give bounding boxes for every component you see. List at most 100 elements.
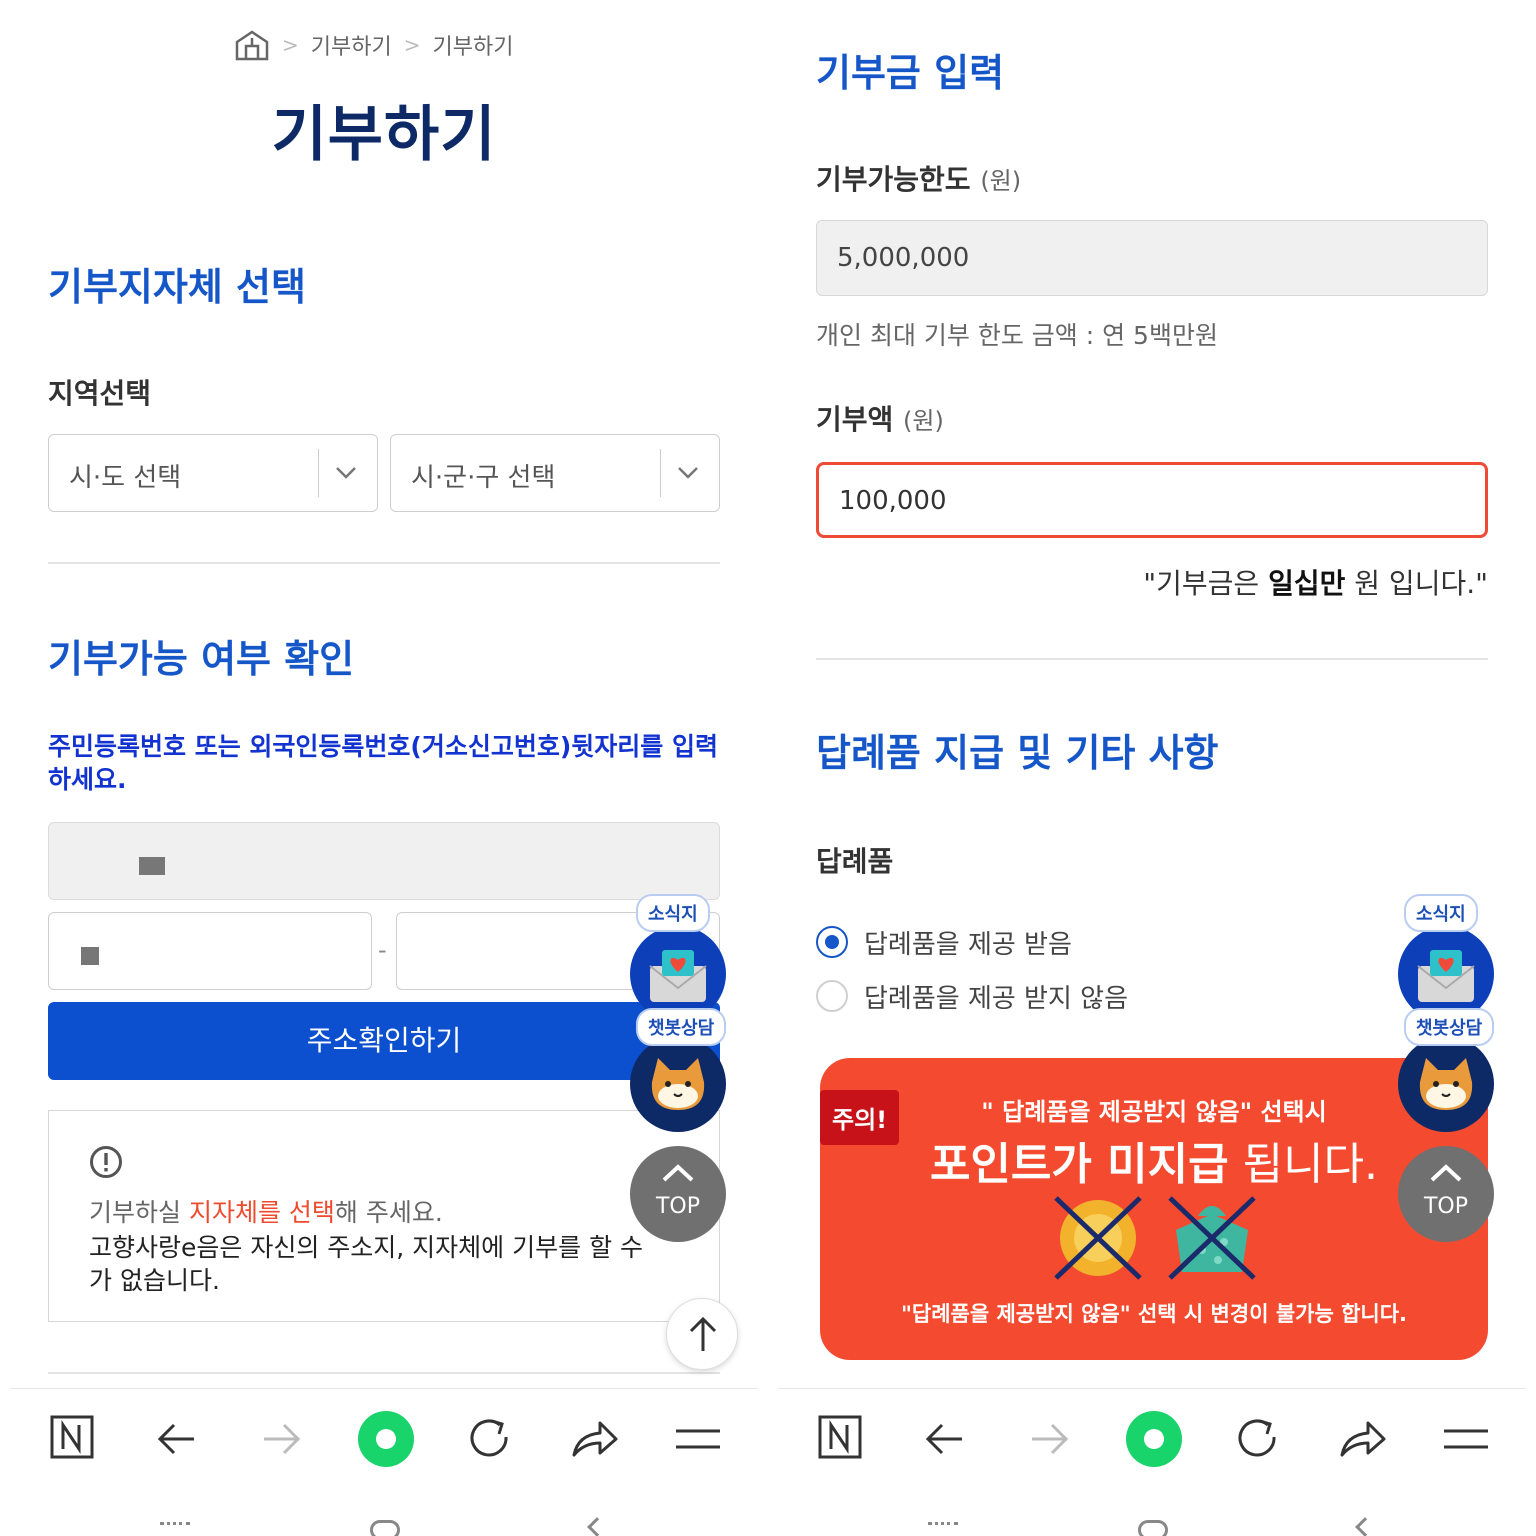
amount-section-title: 기부금 입력 [816, 51, 1005, 95]
breadcrumb-separator: > [282, 33, 299, 57]
top-label: TOP [655, 1194, 701, 1219]
sigungu-select[interactable]: 시·군·구 선택 [390, 434, 720, 512]
home-circle-icon[interactable] [356, 1409, 416, 1469]
scroll-up-button[interactable] [666, 1298, 738, 1370]
top-label: TOP [1423, 1194, 1469, 1219]
address-check-button[interactable]: 주소확인하기 [48, 1002, 720, 1080]
amount-unit: (원) [903, 407, 944, 435]
warning-line-2: 포인트가 미지급 됩니다. [820, 1128, 1488, 1192]
home-icon[interactable] [234, 28, 270, 62]
cat-mascot-icon [651, 1058, 705, 1110]
warning-line-1: " 답례품을 제공받지 않음" 선택시 [981, 1098, 1327, 1126]
quote-bold: 일십만 [1268, 567, 1346, 600]
naver-n-icon[interactable] [814, 1411, 870, 1467]
chevron-down-icon [336, 467, 356, 479]
sido-select-value: 시·도 선택 [69, 463, 182, 493]
id-separator: - [378, 936, 387, 964]
warning-footer: "답례품을 제공받지 않음" 선택 시 변경이 불가능 합니다. [900, 1302, 1408, 1326]
home-circle-icon[interactable] [1124, 1409, 1184, 1469]
right-screen: 기부금 입력 기부가능한도 (원) 5,000,000 개인 최대 기부 한도 … [768, 0, 1536, 1536]
select-divider [318, 449, 319, 497]
amount-in-words: "기부금은 일십만 원 입니다." [1143, 562, 1488, 602]
breadcrumb-separator: > [403, 33, 421, 57]
share-icon[interactable] [566, 1411, 622, 1467]
radio-receive-gift[interactable] [816, 926, 848, 958]
limit-field: 5,000,000 [816, 220, 1488, 296]
home-system-icon[interactable] [1138, 1520, 1168, 1536]
amount-label: 기부액 (원) [816, 398, 944, 438]
radio-decline-gift-label[interactable]: 답례품을 제공 받지 않음 [864, 978, 1128, 1015]
notice-suffix: 해 주세요. [334, 1198, 443, 1227]
newsletter-tag: 소식지 [636, 894, 710, 932]
radio-receive-gift-label[interactable]: 답례품을 제공 받음 [864, 924, 1072, 961]
breadcrumb-item[interactable]: 기부하기 [311, 29, 392, 61]
arrow-up-icon [689, 1316, 717, 1351]
recent-apps-icon[interactable] [928, 1522, 958, 1526]
back-arrow-icon[interactable] [918, 1411, 974, 1467]
limit-label-text: 기부가능한도 [816, 163, 971, 196]
forward-arrow-icon[interactable] [1022, 1411, 1078, 1467]
masked-text [81, 947, 99, 965]
menu-icon[interactable] [670, 1411, 726, 1467]
limit-unit: (원) [980, 167, 1022, 195]
section-divider [48, 562, 720, 564]
chatbot-tag: 챗봇상담 [636, 1008, 727, 1046]
back-system-icon[interactable] [587, 1517, 607, 1536]
section-divider [48, 1372, 720, 1374]
resident-name-field[interactable] [48, 822, 720, 900]
sigungu-select-value: 시·군·구 선택 [411, 463, 556, 493]
id-front-field[interactable] [48, 912, 372, 990]
id-number-instruction: 주민등록번호 또는 외국인등록번호(거소신고번호)뒷자리를 입력하세요. [48, 732, 718, 794]
share-icon[interactable] [1334, 1411, 1390, 1467]
radio-decline-gift[interactable] [816, 980, 848, 1012]
sido-select[interactable]: 시·도 선택 [48, 434, 378, 512]
notice-body: 고향사랑e음은 자신의 주소지, 지자체에 기부를 할 수 가 없습니다. [89, 1233, 644, 1295]
system-nav-bar [768, 1508, 1536, 1536]
recent-apps-icon[interactable] [160, 1522, 190, 1526]
chevron-up-icon [662, 1164, 694, 1182]
donation-amount-input[interactable]: 100,000 [816, 462, 1488, 538]
crossed-coin-icon [1054, 1196, 1142, 1280]
limit-label: 기부가능한도 (원) [816, 158, 1021, 198]
chatbot-button[interactable] [1398, 1036, 1494, 1132]
naver-n-icon[interactable] [46, 1411, 102, 1467]
amount-value: 100,000 [839, 486, 947, 516]
browser-bottom-bar [778, 1388, 1526, 1488]
refresh-icon[interactable] [1230, 1411, 1286, 1467]
quote-prefix: "기부금은 [1143, 567, 1269, 600]
top-button[interactable]: TOP [630, 1146, 726, 1242]
region-section-title: 기부지자체 선택 [48, 265, 306, 309]
envelope-heart-icon [649, 950, 707, 1002]
back-arrow-icon[interactable] [150, 1411, 206, 1467]
forward-arrow-icon[interactable] [254, 1411, 310, 1467]
home-system-icon[interactable] [370, 1520, 400, 1536]
warning-banner: 주의! " 답례품을 제공받지 않음" 선택시 포인트가 미지급 됩니다. "답… [820, 1058, 1488, 1360]
chevron-up-icon [1430, 1164, 1462, 1182]
notice-line-1: 기부하실 지자체를 선택해 주세요. [89, 1193, 443, 1229]
warning-line-2-bold: 포인트가 미지급 [929, 1139, 1229, 1190]
breadcrumb-item[interactable]: 기부하기 [433, 29, 514, 61]
chatbot-tag: 챗봇상담 [1404, 1008, 1495, 1046]
envelope-heart-icon [1417, 950, 1475, 1002]
gift-section-title: 답례품 지급 및 기타 사항 [816, 731, 1219, 775]
amount-label-text: 기부액 [816, 403, 894, 436]
select-divider [660, 449, 661, 497]
limit-hint: 개인 최대 기부 한도 금액 : 연 5백만원 [816, 321, 1218, 350]
back-system-icon[interactable] [1355, 1517, 1375, 1536]
breadcrumb: > 기부하기 > 기부하기 [234, 28, 513, 62]
menu-icon[interactable] [1438, 1411, 1494, 1467]
notice-prefix: 기부하실 [89, 1198, 189, 1227]
system-nav-bar [0, 1508, 768, 1536]
left-screen: > 기부하기 > 기부하기 기부하기 기부지자체 선택 지역선택 시·도 선택 … [0, 0, 768, 1536]
newsletter-tag: 소식지 [1404, 894, 1478, 932]
gift-label: 답례품 [816, 845, 894, 878]
region-label: 지역선택 [48, 377, 152, 410]
notice-highlight: 지자체를 선택 [188, 1198, 335, 1227]
top-button[interactable]: TOP [1398, 1146, 1494, 1242]
limit-value: 5,000,000 [837, 243, 970, 273]
crossed-gift-icon [1168, 1196, 1256, 1280]
refresh-icon[interactable] [462, 1411, 518, 1467]
notice-box: 기부하실 지자체를 선택해 주세요. 고향사랑e음은 자신의 주소지, 지자체에… [48, 1110, 720, 1322]
chatbot-button[interactable] [630, 1036, 726, 1132]
eligibility-section-title: 기부가능 여부 확인 [48, 637, 355, 681]
